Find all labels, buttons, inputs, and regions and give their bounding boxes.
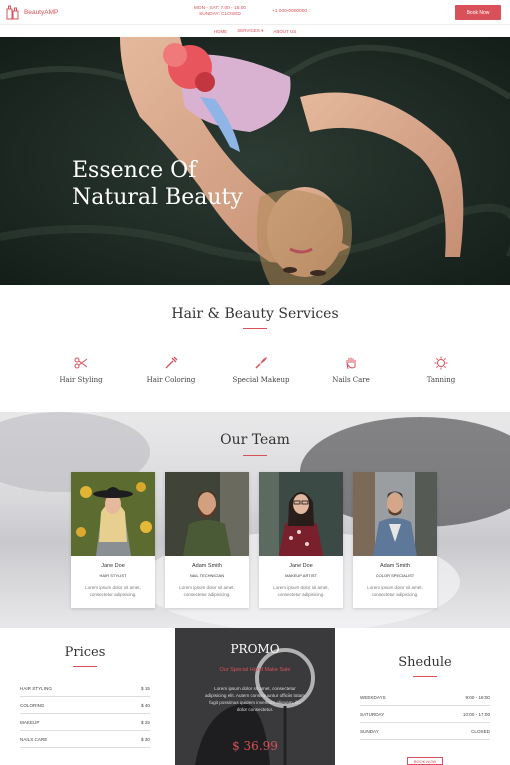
price-row: HAIR STYLING $ 15 (20, 680, 150, 697)
team-card[interactable]: Adam Smith COLOR SPECIALIST Lorem ipsum … (353, 472, 437, 608)
logo[interactable]: BeautyAMP (6, 4, 58, 20)
beauty-bottles-icon (6, 5, 19, 20)
service-hair-styling[interactable]: Hair Styling (36, 356, 126, 384)
price-value: $ 25 (141, 719, 150, 725)
service-label: Hair Coloring (146, 376, 196, 384)
promo-panel: PROMO Our Special Hand Make Sale Lorem i… (175, 628, 335, 765)
promo-price: $ 36.99 (232, 739, 278, 753)
team-member-role: MAKEUP ARTIST (285, 573, 317, 578)
services-list: Hair Styling Hair Coloring Special Makeu… (36, 356, 486, 384)
main-nav: HOME SERVICES ▾ ABOUT US (0, 25, 510, 37)
service-nails-care[interactable]: Nails Care (306, 356, 396, 384)
schedule-day: WEEKDAYS (360, 694, 386, 700)
schedule-time: 9:00 - 18:00 (465, 694, 490, 700)
prices-title-underline (73, 666, 97, 667)
hours-sunday: SUNDAY: CLOSED (199, 12, 241, 17)
schedule-time: 10:00 - 17:00 (462, 711, 490, 717)
team-member-desc: Lorem ipsum dolor sit amet, consectetur … (367, 585, 423, 597)
brand-name: BeautyAMP (24, 8, 59, 16)
team-member-desc: Lorem ipsum dolor sit amet, consectetur … (273, 585, 329, 597)
team-photo (259, 472, 343, 556)
price-row: COLORING $ 40 (20, 697, 150, 714)
service-label: Hair Styling (59, 376, 103, 384)
service-tanning[interactable]: Tanning (396, 356, 486, 384)
schedule-title: Shedule (398, 655, 452, 670)
promo-subtitle: Our Special Hand Make Sale (219, 667, 291, 673)
price-value: $ 30 (141, 736, 150, 742)
service-label: Nails Care (332, 376, 370, 384)
service-label: Special Makeup (232, 376, 290, 384)
schedule-book-button[interactable]: BOOK NOW (407, 757, 443, 765)
schedule-day: SATURDAY (360, 711, 385, 717)
price-service: MAKEUP (20, 719, 40, 725)
scissors-icon (74, 357, 88, 369)
phone-number[interactable]: +1 000-0000000 (272, 9, 307, 14)
schedule-row: SATURDAY 10:00 - 17:00 (360, 706, 490, 723)
team-cards: Jane Doe HAIR STYLIST Lorem ipsum dolor … (71, 472, 437, 608)
price-row: MAKEUP $ 25 (20, 714, 150, 731)
opening-hours: MON - SAT: 7.00 - 18.00 SUNDAY: CLOSED (190, 6, 250, 18)
price-row: NAILS CARE $ 30 (20, 731, 150, 748)
team-member-name: Jane Doe (101, 563, 125, 569)
sun-icon (434, 356, 448, 370)
team-card[interactable]: Jane Doe MAKEUP ARTIST Lorem ipsum dolor… (259, 472, 343, 608)
team-member-role: COLOR SPECIALIST (375, 573, 415, 578)
book-now-button[interactable]: Book Now (455, 5, 501, 20)
price-service: COLORING (20, 702, 45, 708)
team-title-underline (243, 455, 267, 456)
team-member-name: Jane Doe (289, 563, 313, 569)
hero-title-line2: Natural Beauty (72, 185, 243, 210)
hero-title: Essence Of Natural Beauty (72, 157, 243, 211)
team-card[interactable]: Adam Smith NAIL TECHNICIAN Lorem ipsum d… (165, 472, 249, 608)
hero-banner: Essence Of Natural Beauty (0, 37, 510, 285)
team-member-desc: Lorem ipsum dolor sit amet, consectetur … (85, 585, 141, 597)
team-member-role: NAIL TECHNICIAN (189, 573, 225, 578)
hand-icon (346, 357, 356, 370)
schedule-title-underline (413, 676, 437, 677)
team-member-role: HAIR STYLIST (99, 573, 127, 578)
dropper-icon (165, 356, 178, 369)
promo-text: Lorem ipsum dolor sit amet, consectetur … (205, 686, 306, 712)
prices-title: Prices (64, 645, 106, 660)
team-photo (71, 472, 155, 556)
price-value: $ 40 (141, 702, 150, 708)
schedule-time: CLOSED (471, 728, 490, 734)
price-value: $ 15 (141, 685, 150, 691)
price-service: HAIR STYLING (20, 685, 52, 691)
nav-item-services[interactable]: SERVICES ▾ (237, 28, 263, 34)
team-member-desc: Lorem ipsum dolor sit amet, consectetur … (179, 585, 235, 597)
site-header: BeautyAMP MON - SAT: 7.00 - 18.00 SUNDAY… (0, 0, 510, 25)
schedule-row: SUNDAY CLOSED (360, 723, 490, 740)
price-service: NAILS CARE (20, 736, 48, 742)
services-title: Hair & Beauty Services (171, 306, 339, 322)
service-hair-coloring[interactable]: Hair Coloring (126, 356, 216, 384)
hero-title-line1: Essence Of (72, 158, 197, 183)
team-card[interactable]: Jane Doe HAIR STYLIST Lorem ipsum dolor … (71, 472, 155, 608)
schedule-row: WEEKDAYS 9:00 - 18:00 (360, 689, 490, 706)
team-title: Our Team (220, 432, 290, 448)
team-photo (353, 472, 437, 556)
team-member-name: Adam Smith (380, 563, 410, 569)
promo-title: PROMO (230, 642, 280, 656)
schedule-day: SUNDAY (360, 728, 379, 734)
service-label: Tanning (426, 376, 456, 384)
services-title-underline (243, 328, 267, 329)
team-photo (165, 472, 249, 556)
service-special-makeup[interactable]: Special Makeup (216, 356, 306, 384)
nav-item-about[interactable]: ABOUT US (273, 29, 296, 34)
brush-icon (255, 357, 267, 369)
nav-item-home[interactable]: HOME (214, 29, 228, 34)
team-member-name: Adam Smith (192, 563, 222, 569)
